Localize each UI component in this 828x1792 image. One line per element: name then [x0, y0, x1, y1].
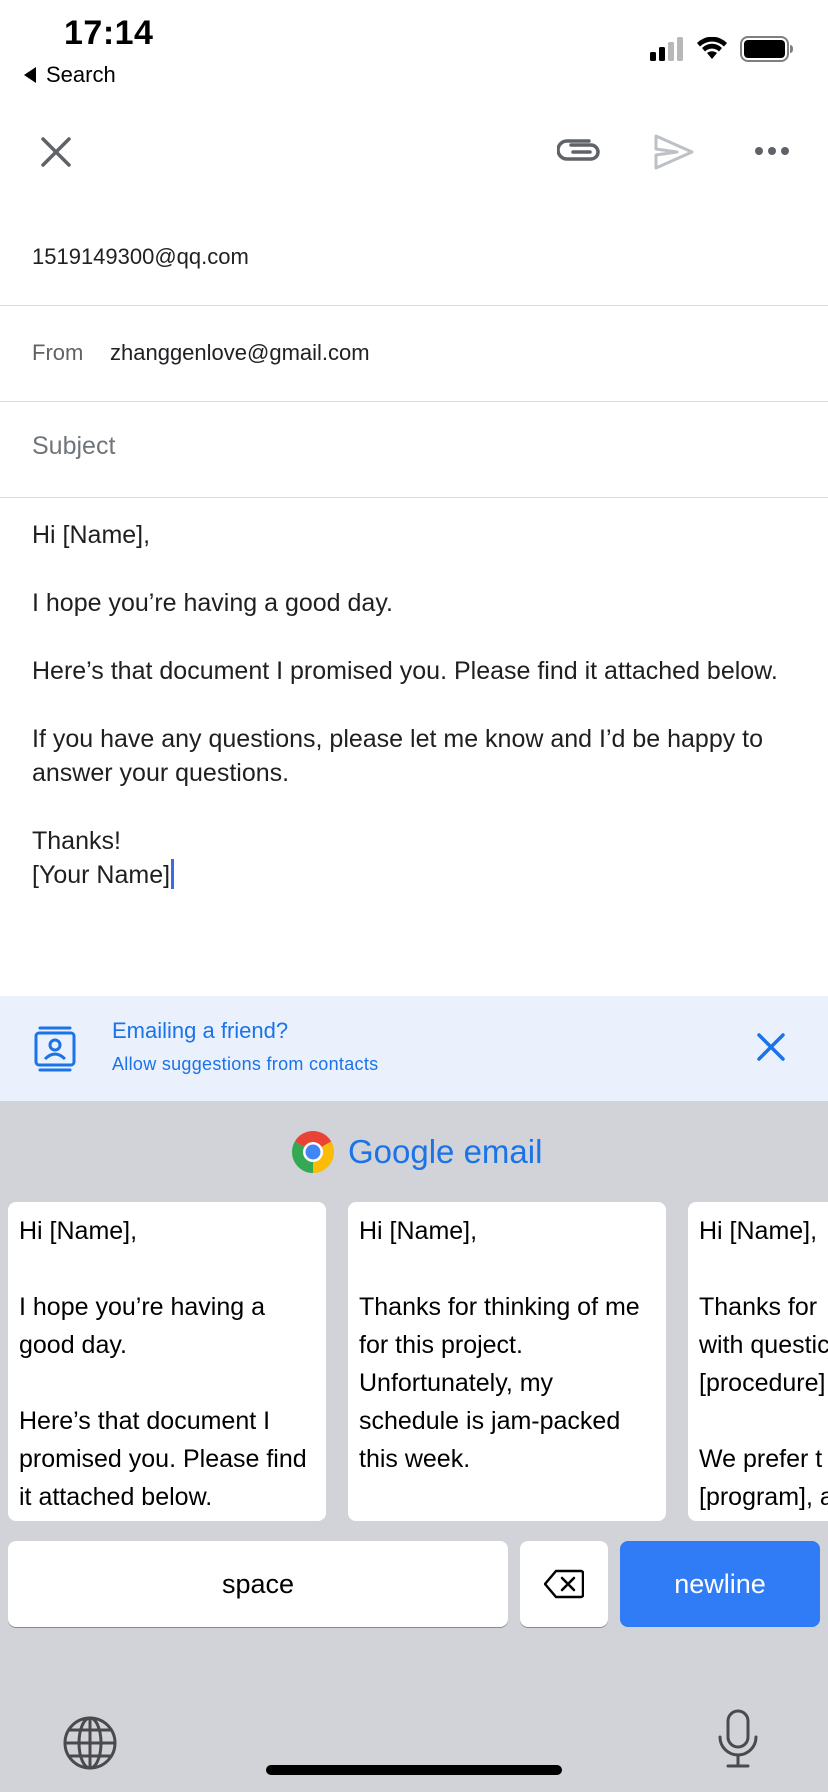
wifi-icon: [697, 37, 727, 59]
close-icon[interactable]: [36, 132, 76, 172]
banner-title: Emailing a friend?: [112, 1018, 289, 1043]
suggestion-card-text: Hi [Name], Thanks for with questic [proc…: [699, 1217, 828, 1511]
suggestion-card[interactable]: Hi [Name], Thanks for with questic [proc…: [688, 1202, 828, 1521]
signal-icon: [650, 37, 683, 61]
backspace-key[interactable]: [520, 1541, 608, 1627]
space-key[interactable]: space: [8, 1541, 508, 1627]
from-field[interactable]: From zhanggenlove@gmail.com: [0, 306, 828, 402]
contact-card-icon: [34, 1026, 76, 1077]
suggestion-card[interactable]: Hi [Name], I hope you’re having a good d…: [8, 1202, 326, 1521]
keyboard-title: Google email: [348, 1133, 543, 1170]
back-to-search-link[interactable]: Search: [24, 62, 116, 88]
subject-placeholder[interactable]: Subject: [32, 432, 115, 461]
body-line: If you have any questions, please let me…: [32, 725, 764, 787]
to-recipient[interactable]: 1519149300@qq.com: [32, 244, 249, 270]
send-icon[interactable]: [652, 130, 696, 174]
status-icons: [650, 36, 794, 62]
from-address[interactable]: zhanggenlove@gmail.com: [110, 340, 370, 366]
text-caret: [171, 859, 175, 889]
dismiss-banner-icon[interactable]: [756, 1032, 786, 1067]
back-app-label: Search: [46, 62, 116, 87]
newline-key[interactable]: newline: [620, 1541, 820, 1627]
body-line: I hope you’re having a good day.: [32, 589, 393, 617]
body-signature: [Your Name]: [32, 861, 171, 889]
battery-icon: [740, 36, 793, 62]
contacts-suggestion-banner[interactable]: Emailing a friend? Allow suggestions fro…: [0, 996, 828, 1101]
from-label: From: [32, 340, 84, 365]
backspace-icon: [544, 1569, 584, 1599]
more-horizontal-icon[interactable]: [752, 136, 792, 166]
suggestion-card[interactable]: Hi [Name], Thanks for thinking of me for…: [348, 1202, 666, 1521]
banner-subtitle[interactable]: Allow suggestions from contacts: [112, 1054, 378, 1075]
keyboard-header: Google email: [290, 1129, 542, 1175]
to-field[interactable]: 1519149300@qq.com: [0, 210, 828, 306]
body-greeting: Hi [Name],: [32, 521, 151, 549]
suggestion-card-text: Hi [Name], I hope you’re having a good d…: [19, 1217, 307, 1511]
microphone-icon[interactable]: [716, 1709, 760, 1774]
paperclip-icon[interactable]: [556, 132, 602, 172]
suggestion-card-text: Hi [Name], Thanks for thinking of me for…: [359, 1217, 640, 1473]
body-signoff: Thanks!: [32, 827, 121, 855]
email-body[interactable]: Hi [Name], I hope you’re having a good d…: [32, 518, 802, 892]
subject-field[interactable]: Subject: [0, 402, 828, 498]
back-triangle-icon: [24, 67, 36, 83]
status-time: 17:14: [64, 14, 154, 52]
chrome-logo-icon: [291, 1131, 335, 1173]
home-indicator[interactable]: [266, 1765, 562, 1775]
keyboard-panel: Google email Hi [Name], I hope you’re ha…: [0, 1101, 828, 1792]
globe-icon[interactable]: [62, 1715, 118, 1776]
body-line: Here’s that document I promised you. Ple…: [32, 657, 778, 685]
